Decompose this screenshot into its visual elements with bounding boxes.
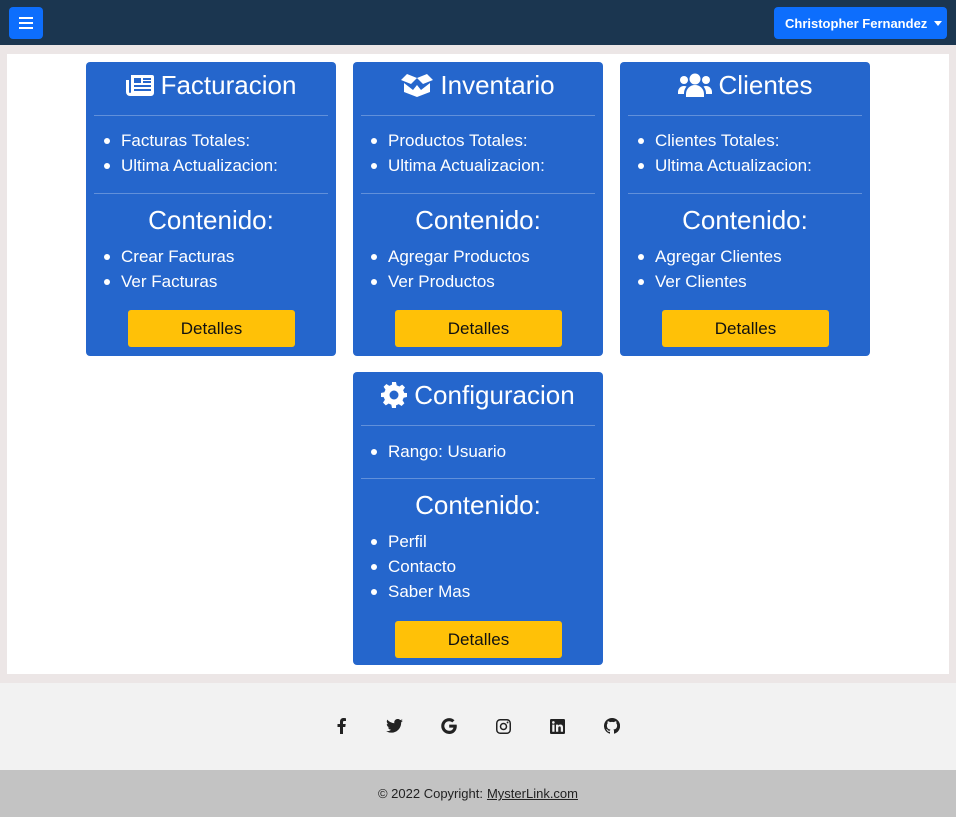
content-heading: Contenido: bbox=[682, 205, 808, 235]
card-title: Clientes bbox=[620, 62, 870, 108]
copyright-link[interactable]: MysterLink.com bbox=[487, 786, 578, 801]
detalles-button[interactable]: Detalles bbox=[395, 310, 562, 347]
divider bbox=[628, 193, 862, 194]
navbar: Christopher Fernandez bbox=[0, 0, 956, 45]
newspaper-icon bbox=[125, 75, 154, 96]
list-item: Ultima Actualizacion: bbox=[620, 153, 870, 178]
copyright-bar: © 2022 Copyright: MysterLink.com bbox=[0, 770, 956, 817]
card-title-text: Facturacion bbox=[160, 69, 297, 100]
content-link[interactable]: Ver Clientes bbox=[620, 269, 870, 294]
list-item: Productos Totales: bbox=[353, 128, 603, 153]
card-title: Facturacion bbox=[86, 62, 336, 108]
menu-toggle-button[interactable] bbox=[9, 7, 43, 39]
users-icon bbox=[677, 73, 712, 97]
content-heading: Contenido: bbox=[415, 205, 541, 235]
google-icon bbox=[441, 718, 457, 734]
box-open-icon bbox=[401, 74, 434, 97]
card-title-text: Clientes bbox=[718, 69, 813, 100]
divider bbox=[628, 115, 862, 116]
github-link[interactable] bbox=[602, 716, 622, 736]
content-link[interactable]: Saber Mas bbox=[353, 579, 603, 604]
linkedin-link[interactable] bbox=[547, 716, 567, 736]
divider bbox=[361, 478, 595, 479]
card-title-text: Inventario bbox=[440, 69, 555, 100]
content-list: Crear Facturas Ver Facturas bbox=[86, 244, 336, 294]
divider bbox=[361, 115, 595, 116]
content-link[interactable]: Perfil bbox=[353, 529, 603, 554]
list-item: Facturas Totales: bbox=[86, 128, 336, 153]
linkedin-icon bbox=[549, 718, 565, 734]
card-facturacion: Facturacion Facturas Totales: Ultima Act… bbox=[86, 62, 336, 356]
user-dropdown-button[interactable]: Christopher Fernandez bbox=[774, 7, 947, 39]
card-title-text: Configuracion bbox=[414, 379, 575, 410]
list-item: Ultima Actualizacion: bbox=[86, 153, 336, 178]
content-list: Agregar Clientes Ver Clientes bbox=[620, 244, 870, 294]
copyright-text: © 2022 Copyright: bbox=[377, 786, 483, 801]
stats-list: Clientes Totales: Ultima Actualizacion: bbox=[620, 128, 870, 178]
divider bbox=[94, 115, 328, 116]
card-configuracion: Configuracion Rango: Usuario Contenido: … bbox=[353, 372, 603, 665]
list-item: Clientes Totales: bbox=[620, 128, 870, 153]
stats-list: Facturas Totales: Ultima Actualizacion: bbox=[86, 128, 336, 178]
github-icon bbox=[604, 718, 620, 734]
main-content: Facturacion Facturas Totales: Ultima Act… bbox=[7, 54, 949, 674]
footer bbox=[0, 683, 956, 770]
facebook-link[interactable] bbox=[331, 716, 351, 736]
twitter-link[interactable] bbox=[384, 716, 404, 736]
divider bbox=[361, 193, 595, 194]
twitter-icon bbox=[385, 719, 403, 733]
detalles-button[interactable]: Detalles bbox=[395, 621, 562, 658]
content-heading: Contenido: bbox=[148, 205, 274, 235]
card-title: Inventario bbox=[353, 62, 603, 108]
content-list: Agregar Productos Ver Productos bbox=[353, 244, 603, 294]
detalles-button[interactable]: Detalles bbox=[128, 310, 295, 347]
content-link[interactable]: Crear Facturas bbox=[86, 244, 336, 269]
content-list: Perfil Contacto Saber Mas bbox=[353, 529, 603, 604]
list-item: Rango: Usuario bbox=[353, 439, 603, 464]
facebook-icon bbox=[337, 718, 346, 734]
user-name: Christopher Fernandez bbox=[785, 15, 928, 31]
content-link[interactable]: Contacto bbox=[353, 554, 603, 579]
content-heading: Contenido: bbox=[415, 490, 541, 520]
content-link[interactable]: Agregar Clientes bbox=[620, 244, 870, 269]
card-title: Configuracion bbox=[353, 372, 603, 418]
instagram-link[interactable] bbox=[493, 716, 513, 736]
instagram-icon bbox=[495, 718, 511, 734]
divider bbox=[361, 425, 595, 426]
list-item: Ultima Actualizacion: bbox=[353, 153, 603, 178]
google-link[interactable] bbox=[439, 716, 459, 736]
content-link[interactable]: Ver Facturas bbox=[86, 269, 336, 294]
caret-down-icon bbox=[934, 20, 943, 26]
stats-list: Productos Totales: Ultima Actualizacion: bbox=[353, 128, 603, 178]
divider bbox=[94, 193, 328, 194]
gear-icon bbox=[381, 382, 408, 408]
detalles-button[interactable]: Detalles bbox=[662, 310, 829, 347]
stats-list: Rango: Usuario bbox=[353, 439, 603, 464]
card-inventario: Inventario Productos Totales: Ultima Act… bbox=[353, 62, 603, 356]
hamburger-icon bbox=[19, 17, 33, 29]
card-clientes: Clientes Clientes Totales: Ultima Actual… bbox=[620, 62, 870, 356]
content-link[interactable]: Agregar Productos bbox=[353, 244, 603, 269]
content-link[interactable]: Ver Productos bbox=[353, 269, 603, 294]
